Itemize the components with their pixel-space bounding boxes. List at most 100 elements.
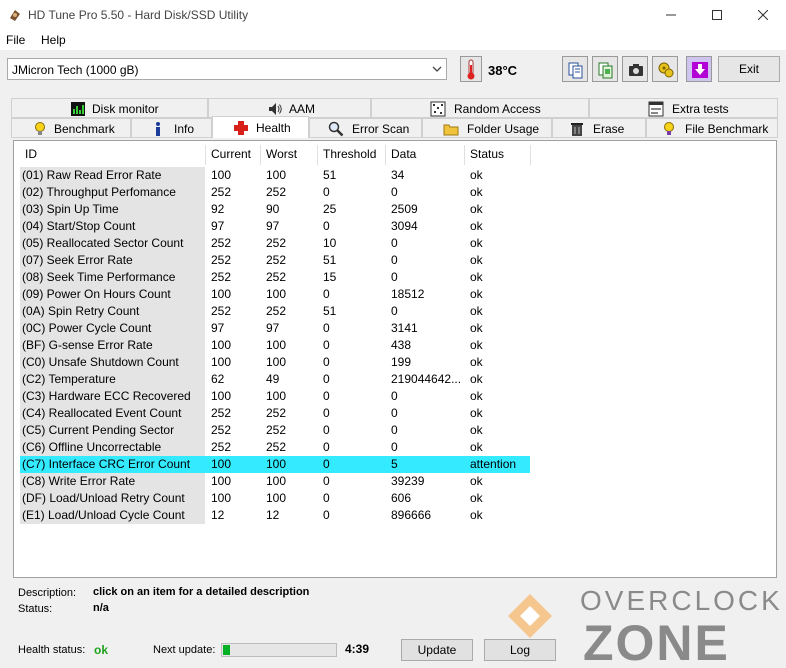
minimize-icon xyxy=(666,14,676,16)
table-row[interactable]: (C3) Hardware ECC Recovered 100 100 0 0 ok xyxy=(20,388,530,405)
drive-select-value: JMicron Tech (1000 gB) xyxy=(12,63,139,77)
exit-button[interactable]: Exit xyxy=(718,56,780,82)
table-cell: 0 xyxy=(323,321,330,335)
save-button[interactable] xyxy=(686,56,712,82)
table-row[interactable]: (E1) Load/Unload Cycle Count 12 12 0 896666 o… xyxy=(20,507,530,524)
table-cell: 252 xyxy=(266,406,287,420)
tab-label: Benchmark xyxy=(54,122,115,136)
table-cell: ok xyxy=(470,474,483,488)
table-row[interactable]: (C6) Offline Uncorrectable 252 252 0 0 ok xyxy=(20,439,530,456)
table-cell: 0 xyxy=(323,185,330,199)
thermometer-icon xyxy=(460,56,482,82)
table-row[interactable]: (05) Reallocated Sector Count 252 252 10 0 ok xyxy=(20,235,530,252)
table-row[interactable]: (BF) G-sense Error Rate 100 100 0 438 ok xyxy=(20,337,530,354)
table-cell: (C3) Hardware ECC Recovered xyxy=(20,388,205,405)
table-cell: 252 xyxy=(266,440,287,454)
table-cell: 49 xyxy=(266,372,280,386)
tab-random-access[interactable]: Random Access xyxy=(371,98,589,118)
tab-label: File Benchmark xyxy=(685,122,769,136)
minimize-button[interactable] xyxy=(648,0,694,30)
table-row[interactable]: (0C) Power Cycle Count 97 97 0 3141 ok xyxy=(20,320,530,337)
close-button[interactable] xyxy=(740,0,786,30)
table-cell: 0 xyxy=(323,491,330,505)
maximize-button[interactable] xyxy=(694,0,740,30)
column-header[interactable]: Status xyxy=(465,145,531,165)
table-cell: ok xyxy=(470,389,483,403)
screenshot-button[interactable] xyxy=(622,56,648,82)
table-row[interactable]: (C8) Write Error Rate 100 100 0 39239 ok xyxy=(20,473,530,490)
table-cell: (0C) Power Cycle Count xyxy=(20,320,205,337)
table-row[interactable]: (03) Spin Up Time 92 90 25 2509 ok xyxy=(20,201,530,218)
tab-label: Health xyxy=(256,121,291,135)
table-row[interactable]: (01) Raw Read Error Rate 100 100 51 34 ok xyxy=(20,167,530,184)
table-cell: 438 xyxy=(391,338,412,352)
table-cell: 0 xyxy=(323,423,330,437)
table-cell: 0 xyxy=(391,185,398,199)
tab-extra-tests[interactable]: Extra tests xyxy=(589,98,778,118)
menu-bar: File Help xyxy=(0,30,786,50)
table-cell: 0 xyxy=(323,355,330,369)
column-header[interactable]: Data xyxy=(386,145,465,165)
table-cell: (02) Throughput Perfomance xyxy=(20,184,205,201)
table-cell: 5 xyxy=(391,457,398,471)
table-cell: 0 xyxy=(391,440,398,454)
copy-text-button[interactable] xyxy=(562,56,588,82)
update-button[interactable]: Update xyxy=(401,639,473,661)
table-row[interactable]: (04) Start/Stop Count 97 97 0 3094 ok xyxy=(20,218,530,235)
table-cell: (BF) G-sense Error Rate xyxy=(20,337,205,354)
table-cell: (C4) Reallocated Event Count xyxy=(20,405,205,422)
table-cell: 100 xyxy=(211,474,232,488)
tab-file-benchmark[interactable]: File Benchmark xyxy=(646,118,778,138)
column-header[interactable]: Current xyxy=(206,145,261,165)
table-cell: ok xyxy=(470,304,483,318)
temperature-readout: 38°C xyxy=(488,63,518,78)
table-cell: 252 xyxy=(211,440,232,454)
table-cell: 0 xyxy=(323,372,330,386)
extra-tests-icon xyxy=(648,101,664,117)
column-header[interactable]: ID xyxy=(20,145,206,165)
table-row[interactable]: (DF) Load/Unload Retry Count 100 100 0 606 ok xyxy=(20,490,530,507)
tabs-top-row: Disk monitor AAM Random Access Extra tes… xyxy=(11,98,778,118)
table-cell: 0 xyxy=(323,457,330,471)
table-cell: 39239 xyxy=(391,474,425,488)
table-row[interactable]: (09) Power On Hours Count 100 100 0 18512 ok xyxy=(20,286,530,303)
drive-select[interactable]: JMicron Tech (1000 gB) xyxy=(7,58,447,80)
column-header[interactable]: Threshold xyxy=(318,145,386,165)
table-row[interactable]: (C7) Interface CRC Error Count 100 100 0 5 at… xyxy=(20,456,530,473)
close-icon xyxy=(758,10,768,20)
countdown-timer: 4:39 xyxy=(345,642,370,656)
magnifier-icon xyxy=(328,121,344,137)
tab-folder-usage[interactable]: Folder Usage xyxy=(422,118,552,138)
column-header[interactable]: Worst xyxy=(261,145,318,165)
tab-benchmark[interactable]: Benchmark xyxy=(11,118,131,138)
table-cell: 252 xyxy=(266,185,287,199)
table-cell: (DF) Load/Unload Retry Count xyxy=(20,490,205,507)
tab-health[interactable]: Health xyxy=(212,116,309,138)
table-row[interactable]: (07) Seek Error Rate 252 252 51 0 ok xyxy=(20,252,530,269)
tab-label: Random Access xyxy=(454,102,541,116)
tab-aam[interactable]: AAM xyxy=(208,98,371,118)
menu-file[interactable]: File xyxy=(6,33,25,47)
table-cell: 0 xyxy=(391,270,398,284)
table-cell: 15 xyxy=(323,270,337,284)
chevron-down-icon xyxy=(432,66,442,72)
table-row[interactable]: (C4) Reallocated Event Count 252 252 0 0 ok xyxy=(20,405,530,422)
table-row[interactable]: (02) Throughput Perfomance 252 252 0 0 ok xyxy=(20,184,530,201)
table-row[interactable]: (C0) Unsafe Shutdown Count 100 100 0 199 ok xyxy=(20,354,530,371)
table-cell: (03) Spin Up Time xyxy=(20,201,205,218)
table-cell: 51 xyxy=(323,168,337,182)
table-cell: 252 xyxy=(211,423,232,437)
tab-error-scan[interactable]: Error Scan xyxy=(309,118,422,138)
info-icon xyxy=(156,122,160,136)
update-progress-fill xyxy=(223,645,230,655)
tab-erase[interactable]: Erase xyxy=(552,118,646,138)
table-row[interactable]: (C2) Temperature 62 49 0 219044642... ok xyxy=(20,371,530,388)
table-row[interactable]: (0A) Spin Retry Count 252 252 51 0 ok xyxy=(20,303,530,320)
table-row[interactable]: (08) Seek Time Performance 252 252 15 0 ok xyxy=(20,269,530,286)
tab-info[interactable]: Info xyxy=(131,118,212,138)
copy-screenshot-button[interactable] xyxy=(592,56,618,82)
menu-help[interactable]: Help xyxy=(41,33,66,47)
tab-disk-monitor[interactable]: Disk monitor xyxy=(11,98,208,118)
options-button[interactable] xyxy=(652,56,678,82)
table-row[interactable]: (C5) Current Pending Sector 252 252 0 0 ok xyxy=(20,422,530,439)
